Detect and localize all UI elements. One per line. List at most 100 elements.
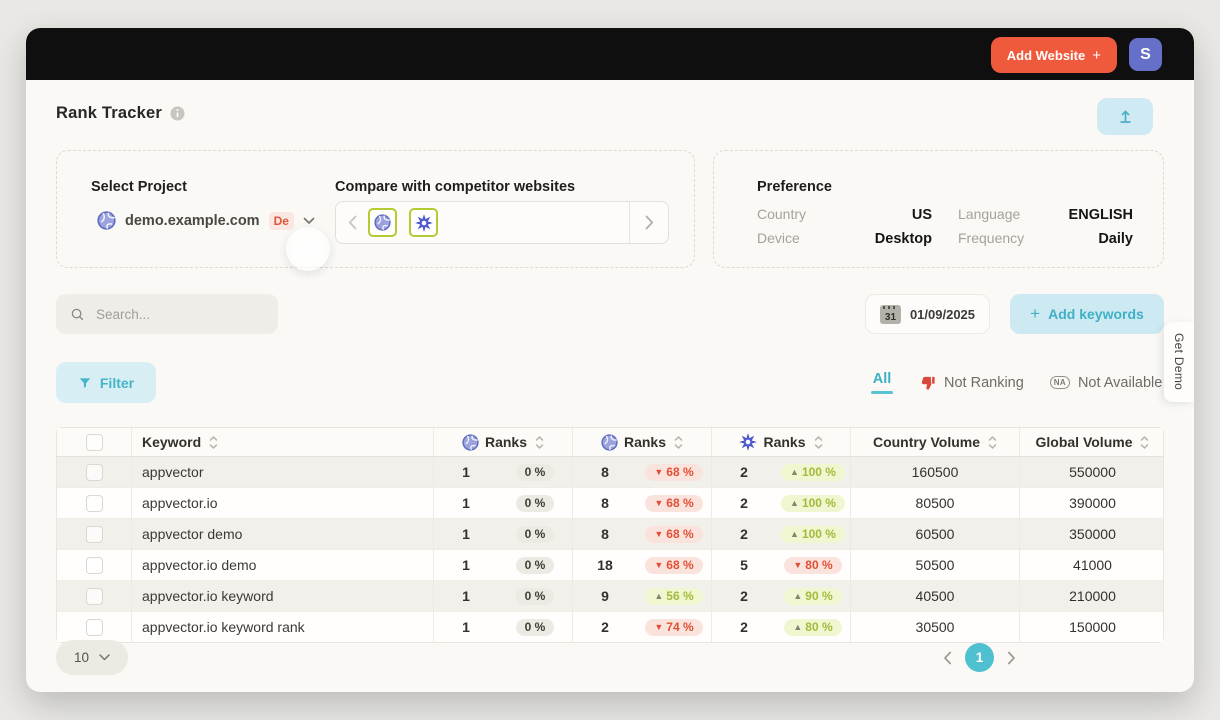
change-badge: ▲80 % <box>784 619 841 636</box>
country-volume-cell: 80500 <box>850 488 1019 518</box>
column-header-global-volume[interactable]: Global Volume <box>1019 428 1165 456</box>
page-size-select[interactable]: 10 <box>56 640 128 675</box>
column-label: Global Volume <box>1036 434 1133 450</box>
prev-page-button[interactable] <box>943 651 952 665</box>
column-header-ranks[interactable]: Ranks <box>433 428 572 456</box>
change-badge: ▼80 % <box>784 557 841 574</box>
add-website-label: Add Website <box>1007 48 1086 63</box>
table-row[interactable]: appvector10 %8▼68 %2▲100 %160500550000 <box>57 457 1163 487</box>
export-button[interactable] <box>1097 98 1153 135</box>
rank-cell: 9▲56 % <box>572 581 711 611</box>
row-checkbox[interactable] <box>57 581 131 611</box>
row-checkbox[interactable] <box>57 550 131 580</box>
rank-value: 8 <box>573 495 637 511</box>
user-avatar[interactable]: S <box>1129 38 1162 71</box>
carousel-prev-button[interactable] <box>336 202 368 243</box>
preference-value: Daily <box>1098 231 1133 247</box>
globe-icon <box>601 434 618 451</box>
column-header-ranks[interactable]: Ranks <box>572 428 711 456</box>
get-demo-tab[interactable]: Get Demo <box>1164 322 1194 402</box>
carousel-next-button[interactable] <box>630 202 668 243</box>
add-keywords-label: Add keywords <box>1048 306 1144 322</box>
rank-value: 2 <box>712 526 776 542</box>
globe-icon <box>462 434 479 451</box>
table-row[interactable]: appvector demo10 %8▼68 %2▲100 %605003500… <box>57 518 1163 549</box>
sort-icon[interactable] <box>535 435 544 450</box>
row-checkbox[interactable] <box>57 488 131 518</box>
search-input[interactable] <box>94 306 275 323</box>
row-checkbox[interactable] <box>57 519 131 549</box>
change-badge: 0 % <box>516 526 555 543</box>
trend-down-icon: ▼ <box>654 530 663 539</box>
rank-value: 2 <box>712 464 776 480</box>
table-row[interactable]: appvector.io keyword10 %9▲56 %2▲90 %4050… <box>57 580 1163 611</box>
rank-value: 1 <box>434 464 498 480</box>
preference-panel: Preference CountryUSLanguageENGLISHDevic… <box>713 150 1164 268</box>
sort-icon[interactable] <box>674 435 683 450</box>
add-keywords-button[interactable]: + Add keywords <box>1010 294 1164 334</box>
table-row[interactable]: appvector.io keyword rank10 %2▼74 %2▲80 … <box>57 611 1163 642</box>
tab-label: All <box>873 371 892 387</box>
plus-icon: + <box>1092 47 1101 64</box>
checkbox-icon <box>86 619 103 636</box>
add-website-button[interactable]: Add Website + <box>991 37 1117 73</box>
keyword-cell: appvector.io keyword <box>131 581 433 611</box>
preference-grid: CountryUSLanguageENGLISHDeviceDesktopFre… <box>757 206 1133 247</box>
page-title-row: Rank Tracker <box>56 104 185 123</box>
top-navigation-bar: Add Website + S <box>26 28 1194 80</box>
country-volume-cell: 50500 <box>850 550 1019 580</box>
preference-title: Preference <box>757 179 832 195</box>
column-label: Country Volume <box>873 434 980 450</box>
project-badge: De <box>269 212 294 230</box>
rank-value: 8 <box>573 526 637 542</box>
sort-icon[interactable] <box>988 435 997 450</box>
sort-icon[interactable] <box>814 435 823 450</box>
competitor-website[interactable] <box>409 208 438 237</box>
table-row[interactable]: appvector.io demo10 %18▼68 %5▼80 %505004… <box>57 549 1163 580</box>
checkbox-icon <box>86 434 103 451</box>
current-page-button[interactable]: 1 <box>965 643 994 672</box>
chevron-down-icon <box>99 654 110 661</box>
trend-up-icon: ▲ <box>790 468 799 477</box>
preference-label: Country <box>757 206 806 222</box>
calendar-icon: 31 <box>880 305 901 324</box>
globe-icon <box>374 214 391 231</box>
row-checkbox[interactable] <box>57 612 131 642</box>
global-volume-cell: 350000 <box>1019 519 1165 549</box>
page-title: Rank Tracker <box>56 104 162 123</box>
column-header-country-volume[interactable]: Country Volume <box>850 428 1019 456</box>
checkbox-icon <box>86 464 103 481</box>
rank-value: 2 <box>712 619 776 635</box>
tab-all[interactable]: All <box>871 371 893 394</box>
change-badge: ▲100 % <box>781 526 845 543</box>
filter-button[interactable]: Filter <box>56 362 156 403</box>
change-badge: ▲100 % <box>781 495 845 512</box>
next-page-button[interactable] <box>1007 651 1016 665</box>
column-header-ranks[interactable]: Ranks <box>711 428 850 456</box>
change-badge: ▲100 % <box>781 464 845 481</box>
sort-icon[interactable] <box>1140 435 1149 450</box>
select-project-label: Select Project <box>91 179 187 195</box>
tab-not-ranking[interactable]: Not Ranking <box>919 374 1024 391</box>
rank-value: 8 <box>573 464 637 480</box>
rank-value: 9 <box>573 588 637 604</box>
project-selector[interactable]: demo.example.com De <box>97 211 315 230</box>
table-row[interactable]: appvector.io10 %8▼68 %2▲100 %80500390000 <box>57 487 1163 518</box>
date-picker[interactable]: 31 01/09/2025 <box>865 294 990 334</box>
trend-down-icon: ▼ <box>654 499 663 508</box>
column-header-keyword[interactable]: Keyword <box>131 428 433 456</box>
sort-icon[interactable] <box>209 435 218 450</box>
search-icon <box>70 307 85 322</box>
global-volume-cell: 390000 <box>1019 488 1165 518</box>
change-badge: ▲90 % <box>784 588 841 605</box>
info-icon[interactable] <box>170 106 185 121</box>
keyword-cell: appvector demo <box>131 519 433 549</box>
column-label: Ranks <box>624 434 666 450</box>
tab-not-available[interactable]: NANot Available <box>1050 375 1163 391</box>
select-all-checkbox[interactable] <box>57 428 131 456</box>
row-checkbox[interactable] <box>57 457 131 487</box>
country-volume-cell: 160500 <box>850 457 1019 487</box>
trend-up-icon: ▲ <box>793 592 802 601</box>
change-badge: 0 % <box>516 619 555 636</box>
competitor-website[interactable] <box>368 208 397 237</box>
